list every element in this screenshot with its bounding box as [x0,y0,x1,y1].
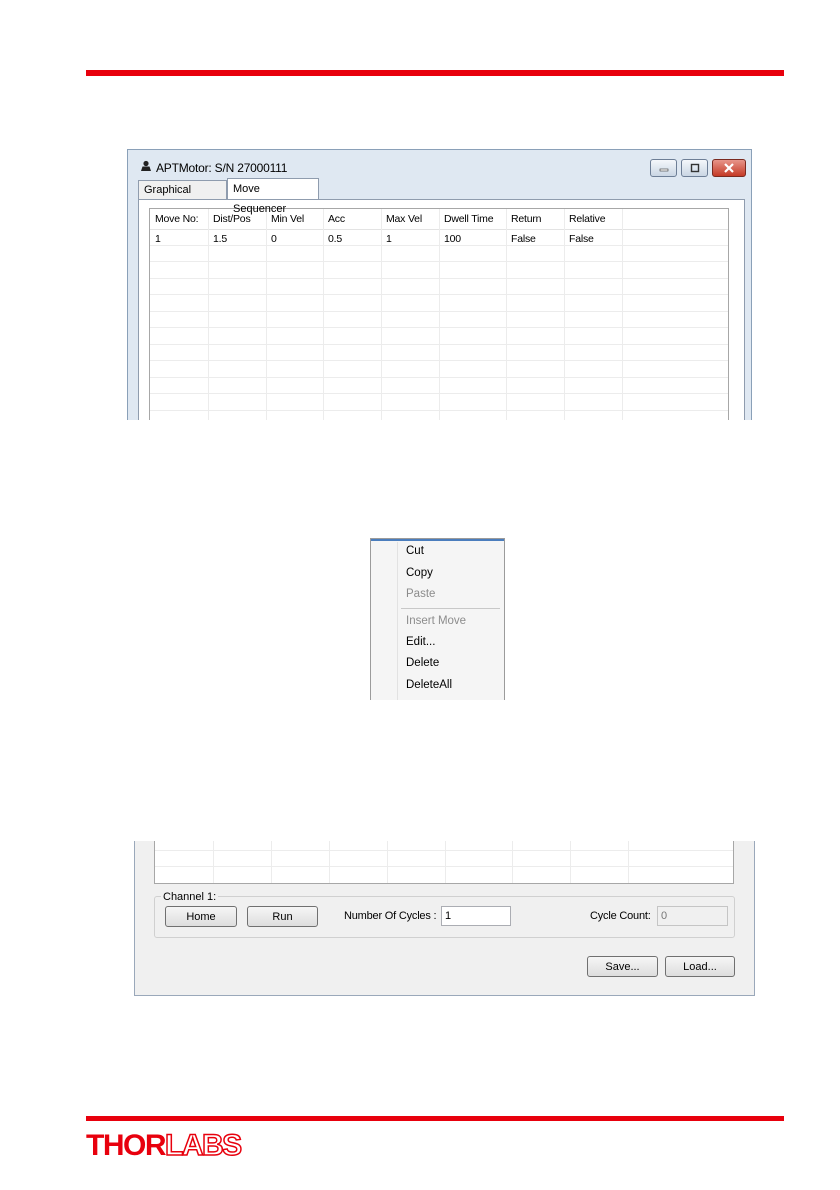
home-button[interactable]: Home [165,906,237,927]
column-divider [208,209,209,420]
load-button[interactable]: Load... [665,956,735,977]
table-cell[interactable]: 1 [155,233,161,245]
table-cell[interactable]: 0 [271,233,277,245]
row-divider [155,866,733,867]
row-divider [150,294,728,295]
number-of-cycles-input[interactable]: 1 [441,906,511,926]
column-divider [570,841,571,883]
row-divider [150,377,728,378]
column-divider [271,841,272,883]
close-button[interactable] [712,159,746,177]
menu-item-edit[interactable]: Edit... [406,636,435,648]
column-divider [622,209,623,420]
number-of-cycles-label: Number Of Cycles : [344,910,437,922]
logo-text-thor: THOR [86,1129,167,1162]
menu-item-cut[interactable]: Cut [406,545,424,557]
column-divider [387,841,388,883]
column-header-move-no[interactable]: Move No: [155,213,199,225]
footer-red-rule [86,1116,784,1121]
row-divider [150,327,728,328]
save-button[interactable]: Save... [587,956,658,977]
column-divider [213,841,214,883]
channel-group-label: Channel 1: [161,891,219,903]
column-divider [323,209,324,420]
run-button[interactable]: Run [247,906,318,927]
aptmotor-window-bottom: Channel 1: Home Run Number Of Cycles : 1… [134,841,755,996]
column-header-acc[interactable]: Acc [328,213,345,225]
row-divider [150,360,728,361]
row-divider [150,344,728,345]
column-divider [445,841,446,883]
column-divider [329,841,330,883]
tab-graphical-control[interactable]: Graphical Control [138,180,227,214]
column-divider [512,841,513,883]
cycle-count-field: 0 [657,906,728,926]
sequence-table[interactable]: Move No: Dist/Pos Min Vel Acc Max Vel Dw… [149,208,729,420]
selected-cell-edge [371,539,504,541]
context-menu: Cut Copy Paste Insert Move Edit... Delet… [370,538,505,700]
table-cell[interactable]: 100 [444,233,461,245]
title-bar[interactable]: APTMotor: S/N 27000111 [128,150,751,180]
cycle-count-label: Cycle Count: [590,910,651,922]
column-divider [628,841,629,883]
row-divider [150,245,728,246]
row-divider [150,261,728,262]
aptmotor-window: APTMotor: S/N 27000111 Graphical Control… [127,149,752,420]
row-divider [150,393,728,394]
maximize-button[interactable] [681,159,708,177]
tab-move-sequencer[interactable]: Move Sequencer [227,178,319,215]
row-divider [150,311,728,312]
window-title: APTMotor: S/N 27000111 [156,161,288,175]
table-cell[interactable]: False [511,233,536,245]
header-red-rule [86,70,784,76]
table-cell[interactable]: False [569,233,594,245]
row-divider [155,850,733,851]
row-divider [150,278,728,279]
minimize-icon [651,160,676,176]
row-divider [150,410,728,411]
move-sequencer-panel: Move No: Dist/Pos Min Vel Acc Max Vel Dw… [138,199,745,420]
menu-icon-gutter [397,542,398,700]
column-header-dwell-time[interactable]: Dwell Time [444,213,494,225]
minimize-button[interactable] [650,159,677,177]
close-icon [713,160,745,176]
tab-strip: Graphical Control Move Sequencer [138,178,745,215]
menu-item-insert-move: Insert Move [406,615,467,627]
menu-item-delete[interactable]: Delete [406,657,439,669]
logo-text-labs: LABS [164,1129,243,1162]
column-header-max-vel[interactable]: Max Vel [386,213,422,225]
menu-item-delete-all[interactable]: DeleteAll [406,679,452,691]
sequence-table-bottom[interactable] [154,841,734,884]
column-header-return[interactable]: Return [511,213,542,225]
table-cell[interactable]: 1 [386,233,392,245]
column-divider [266,209,267,420]
menu-item-copy[interactable]: Copy [406,567,433,579]
column-divider [381,209,382,420]
table-cell[interactable]: 0.5 [328,233,342,245]
app-icon [141,160,151,171]
menu-separator [401,608,500,609]
column-header-relative[interactable]: Relative [569,213,606,225]
table-cell[interactable]: 1.5 [213,233,227,245]
column-divider [564,209,565,420]
column-divider [439,209,440,420]
menu-item-paste: Paste [406,588,436,600]
maximize-icon [682,160,707,176]
column-divider [506,209,507,420]
thorlabs-logo: THORLABS [86,1129,243,1162]
